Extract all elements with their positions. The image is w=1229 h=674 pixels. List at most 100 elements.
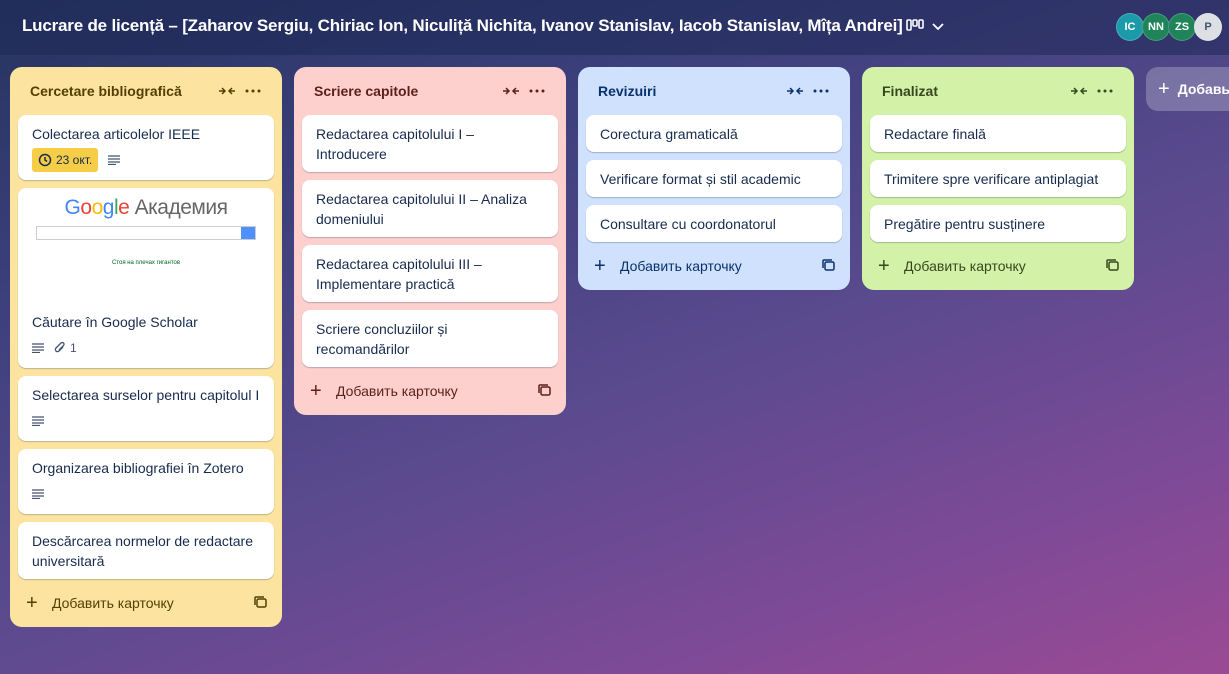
card-title: Redactare finală <box>884 126 986 142</box>
chevron-down-icon <box>932 18 944 36</box>
add-card-label: Добавить карточку <box>336 383 458 399</box>
card-badges <box>32 409 260 433</box>
card-title: Redactarea capitolului I – Introducere <box>316 126 474 162</box>
list-title[interactable]: Cercetare bibliografică <box>30 83 214 99</box>
card-title: Trimitere spre verificare antiplagiat <box>884 171 1099 187</box>
list-column: Revizuiri Corectura gramaticală Verificare… <box>578 67 850 290</box>
collapse-list-icon[interactable] <box>1066 78 1092 104</box>
list-column: Cercetare bibliografică Colectarea artico… <box>10 67 282 627</box>
card-title: Corectura gramaticală <box>600 126 738 142</box>
add-card-label: Добавить карточку <box>52 595 174 611</box>
list-title[interactable]: Finalizat <box>882 83 1066 99</box>
add-card-button[interactable]: + Добавить карточку <box>870 250 1126 282</box>
collapse-list-icon[interactable] <box>498 78 524 104</box>
member-avatars: IC NN ZS P <box>1116 13 1222 41</box>
list-card[interactable]: Redactarea capitolului III – Implementar… <box>302 245 558 302</box>
plus-icon: + <box>310 380 322 402</box>
description-icon <box>32 489 44 499</box>
board-title[interactable]: Lucrare de licență – [Zaharov Sergiu, Ch… <box>22 16 903 36</box>
plus-icon: + <box>878 255 890 277</box>
list-card[interactable]: Organizarea bibliografiei în Zotero <box>18 449 274 514</box>
board-header: Lucrare de licență – [Zaharov Sergiu, Ch… <box>0 0 1229 55</box>
create-from-template-icon[interactable] <box>538 384 552 398</box>
list-card[interactable]: Google Академия Стоя на плечах гигантов Că… <box>18 188 274 368</box>
list-card[interactable]: Redactarea capitolului II – Analiza dome… <box>302 180 558 237</box>
list-card[interactable]: Pregătire pentru susținere <box>870 205 1126 242</box>
card-title: Căutare în Google Scholar <box>32 314 198 330</box>
more-actions-icon[interactable] <box>524 78 550 104</box>
list-header: Finalizat <box>870 67 1126 115</box>
card-title: Descărcarea normelor de redactare univer… <box>32 533 253 569</box>
add-list-label: Добавь <box>1177 81 1229 97</box>
plus-icon: + <box>594 255 606 277</box>
add-card-label: Добавить карточку <box>904 258 1026 274</box>
card-title: Redactarea capitolului II – Analiza dome… <box>316 191 527 227</box>
card-title: Consultare cu coordonatorul <box>600 216 776 232</box>
member-avatar[interactable]: IC <box>1116 13 1144 41</box>
search-icon <box>241 227 255 239</box>
list-column: Scriere capitole Redactarea capitolului I… <box>294 67 566 415</box>
add-card-label: Добавить карточку <box>620 258 742 274</box>
description-icon <box>32 416 44 426</box>
list-title[interactable]: Scriere capitole <box>314 83 498 99</box>
scholar-tagline: Стоя на плечах гигантов <box>111 260 181 266</box>
list-title[interactable]: Revizuiri <box>598 83 782 99</box>
list-card[interactable]: Colectarea articolelor IEEE 23 окт. <box>18 115 274 180</box>
list-header: Revizuiri <box>586 67 842 115</box>
card-cover-image: Google Академия Стоя на плечах гигантов <box>18 188 274 306</box>
plus-icon: + <box>26 592 38 614</box>
add-card-button[interactable]: + Добавить карточку <box>302 375 558 407</box>
list-card[interactable]: Selectarea surselor pentru capitolul I <box>18 376 274 441</box>
create-from-template-icon[interactable] <box>1106 259 1120 273</box>
card-title: Verificare format și stil academic <box>600 171 801 187</box>
description-icon <box>32 343 44 353</box>
attachments-badge: 1 <box>54 338 77 358</box>
list-card[interactable]: Corectura gramaticală <box>586 115 842 152</box>
member-avatar[interactable]: P <box>1194 13 1222 41</box>
board-view-switcher[interactable] <box>906 14 954 40</box>
card-badges: 1 <box>32 336 260 360</box>
description-icon <box>108 155 121 165</box>
card-title: Selectarea surselor pentru capitolul I <box>32 387 260 403</box>
add-card-button[interactable]: + Добавить карточку <box>586 250 842 282</box>
add-card-button[interactable]: + Добавить карточку <box>18 587 274 619</box>
add-list-button[interactable]: + Добавь <box>1146 67 1229 111</box>
list-header: Cercetare bibliografică <box>18 67 274 115</box>
list-card[interactable]: Verificare format și stil academic <box>586 160 842 197</box>
list-card[interactable]: Descărcarea normelor de redactare univer… <box>18 522 274 579</box>
member-avatar[interactable]: ZS <box>1168 13 1196 41</box>
clock-icon <box>38 153 52 167</box>
collapse-list-icon[interactable] <box>782 78 808 104</box>
card-badges: 23 окт. <box>32 148 260 172</box>
board-view-icon <box>906 18 924 36</box>
list-card[interactable]: Consultare cu coordonatorul <box>586 205 842 242</box>
member-avatar[interactable]: NN <box>1142 13 1170 41</box>
create-from-template-icon[interactable] <box>254 596 268 610</box>
more-actions-icon[interactable] <box>808 78 834 104</box>
list-card[interactable]: Scriere concluziilor și recomandărilor <box>302 310 558 367</box>
due-date-badge[interactable]: 23 окт. <box>32 148 99 172</box>
google-scholar-logo: Google Академия <box>64 196 228 219</box>
scholar-logo-text: Академия <box>134 196 228 219</box>
scholar-search-box <box>36 226 256 240</box>
card-title: Scriere concluziilor și recomandărilor <box>316 321 448 357</box>
list-card[interactable]: Trimitere spre verificare antiplagiat <box>870 160 1126 197</box>
list-card[interactable]: Redactare finală <box>870 115 1126 152</box>
plus-icon: + <box>1158 77 1170 100</box>
google-logo-text: Google <box>64 196 130 219</box>
card-title: Redactarea capitolului III – Implementar… <box>316 256 482 292</box>
card-title: Pregătire pentru susținere <box>884 216 1046 232</box>
due-date-text: 23 окт. <box>56 153 93 167</box>
card-title: Organizarea bibliografiei în Zotero <box>32 460 244 476</box>
more-actions-icon[interactable] <box>1092 78 1118 104</box>
card-title: Colectarea articolelor IEEE <box>32 126 201 142</box>
create-from-template-icon[interactable] <box>822 259 836 273</box>
list-header: Scriere capitole <box>302 67 558 115</box>
card-badges <box>32 482 260 506</box>
list-card[interactable]: Redactarea capitolului I – Introducere <box>302 115 558 172</box>
collapse-list-icon[interactable] <box>214 78 240 104</box>
attachments-count: 1 <box>70 341 77 355</box>
paperclip-icon <box>54 342 66 354</box>
more-actions-icon[interactable] <box>240 78 266 104</box>
list-column: Finalizat Redactare finală Trimitere spre … <box>862 67 1134 290</box>
